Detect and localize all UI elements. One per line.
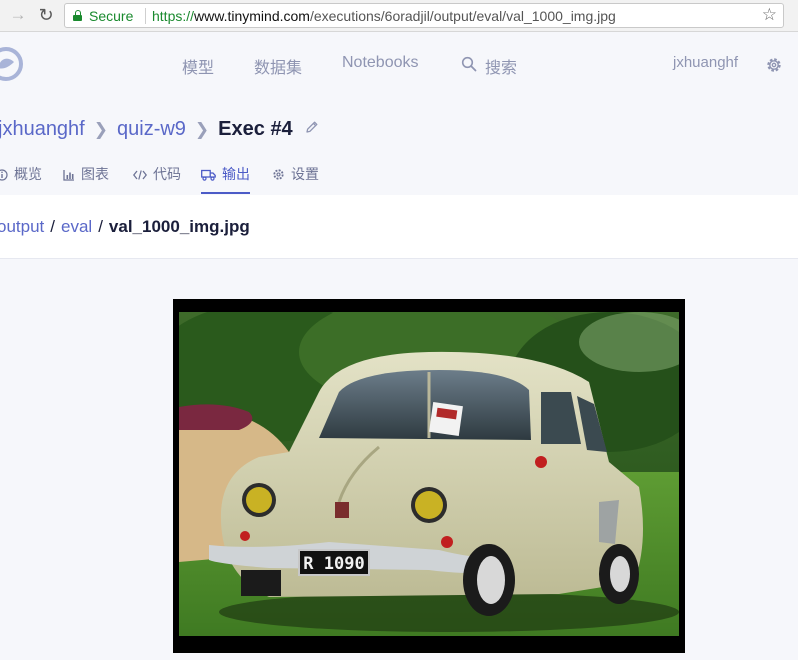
username-link[interactable]: jxhuanghf bbox=[673, 54, 738, 71]
app-header: 模型 数据集 Notebooks 搜索 jxhuanghf bbox=[0, 33, 798, 95]
nav-models[interactable]: 模型 bbox=[182, 54, 214, 78]
code-icon bbox=[132, 170, 148, 180]
breadcrumb-project[interactable]: quiz-w9 bbox=[117, 118, 186, 140]
path-current-file: val_1000_img.jpg bbox=[108, 217, 250, 236]
chevron-right-icon: ❯ bbox=[93, 120, 108, 139]
back-arrow-icon[interactable]: → bbox=[8, 5, 28, 25]
breadcrumb-user[interactable]: jxhuanghf bbox=[0, 118, 85, 140]
page-title: Exec #4 bbox=[218, 118, 293, 140]
tab-code[interactable]: 代码 bbox=[132, 164, 181, 194]
car-photo: R 1090 bbox=[179, 312, 679, 636]
secure-label: Secure bbox=[89, 8, 134, 24]
search-icon[interactable] bbox=[461, 56, 477, 72]
output-panel: output / eval / val_1000_img.jpg R 1090 bbox=[0, 195, 798, 660]
lock-icon bbox=[73, 10, 82, 21]
path-segment-eval[interactable]: eval bbox=[61, 217, 92, 236]
truck-icon bbox=[201, 169, 216, 181]
breadcrumb: jxhuanghf ❯ quiz-w9 ❯ Exec #4 bbox=[0, 118, 319, 144]
tab-output[interactable]: 输出 bbox=[201, 164, 250, 194]
omnibox-divider bbox=[145, 8, 146, 24]
tab-charts[interactable]: 图表 bbox=[63, 164, 109, 194]
bookmark-star-icon[interactable]: ☆ bbox=[762, 5, 777, 25]
logo-icon[interactable] bbox=[0, 46, 24, 82]
image-preview: R 1090 bbox=[173, 299, 685, 653]
file-path-bar: output / eval / val_1000_img.jpg bbox=[0, 195, 798, 259]
gear-icon bbox=[273, 169, 284, 180]
license-plate-text: R 1090 bbox=[303, 554, 364, 574]
tab-settings[interactable]: 设置 bbox=[272, 164, 319, 194]
chart-icon bbox=[63, 170, 74, 181]
gear-icon[interactable] bbox=[765, 56, 783, 74]
nav-datasets[interactable]: 数据集 bbox=[254, 54, 302, 78]
chevron-right-icon: ❯ bbox=[194, 120, 210, 139]
reload-icon[interactable]: ↻ bbox=[36, 5, 56, 25]
file-breadcrumb: output / eval / val_1000_img.jpg bbox=[0, 217, 250, 237]
url-text[interactable]: https://www.tinymind.com/executions/6ora… bbox=[152, 8, 616, 24]
browser-toolbar: → ↻ Secure https://www.tinymind.com/exec… bbox=[0, 0, 798, 32]
nav-search[interactable]: 搜索 bbox=[485, 54, 517, 78]
path-segment-output[interactable]: output bbox=[0, 217, 44, 236]
nav-notebooks[interactable]: Notebooks bbox=[342, 54, 419, 72]
tab-overview[interactable]: 概览 bbox=[0, 164, 42, 194]
address-bar[interactable]: Secure https://www.tinymind.com/executio… bbox=[64, 3, 784, 28]
info-icon bbox=[0, 169, 8, 181]
pencil-icon[interactable] bbox=[305, 120, 319, 134]
